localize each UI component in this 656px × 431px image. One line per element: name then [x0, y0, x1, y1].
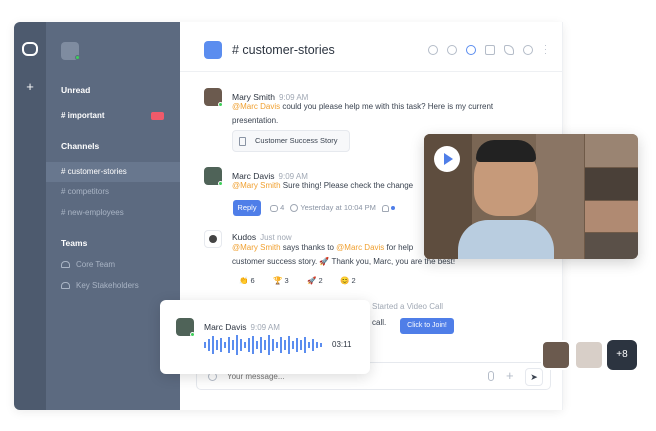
mention[interactable]: @Mary Smith	[232, 243, 281, 252]
reaction-emoji: 🏆	[273, 276, 283, 285]
play-button[interactable]	[434, 146, 460, 172]
sidebar-item-new-employees[interactable]: # new-employees	[46, 203, 180, 223]
more-icon[interactable]: · · ·	[544, 41, 548, 58]
sidebar-item-label: # important	[61, 111, 105, 120]
phone-icon[interactable]	[504, 45, 514, 55]
reaction-chip[interactable]: 🚀 2	[302, 274, 328, 288]
sidebar-item-core-team[interactable]: Core Team	[46, 255, 180, 275]
participant-avatar[interactable]	[574, 340, 604, 370]
sidebar-item-label: Core Team	[76, 260, 115, 269]
send-icon[interactable]: ➤	[525, 368, 543, 386]
info-icon[interactable]	[447, 45, 457, 55]
audio-duration: 03:11	[332, 340, 352, 349]
sidebar-item-label: # competitors	[61, 187, 110, 196]
reaction-chip[interactable]: 🏆 3	[268, 274, 294, 288]
participant-video[interactable]	[585, 201, 638, 232]
plus-icon[interactable]: +	[506, 367, 514, 385]
message-header: Marc Davis 9:09 AM	[204, 317, 280, 335]
people-icon	[61, 282, 70, 289]
message-time: 9:09 AM	[250, 323, 280, 332]
people-icon	[61, 261, 70, 268]
reaction-count: 3	[284, 276, 289, 285]
reaction-chip[interactable]: 😊 2	[335, 274, 361, 288]
reaction-emoji: 😊	[340, 276, 350, 285]
reaction-count: 2	[351, 276, 356, 285]
sender-name[interactable]: Marc Davis	[204, 322, 247, 332]
call-notice-text-2: call.	[372, 318, 387, 327]
sidebar-item-label: # customer-stories	[61, 167, 127, 176]
document-icon	[239, 137, 246, 146]
message-text-part: could you please help me with this task?…	[280, 102, 494, 111]
bell-icon	[382, 204, 390, 212]
sidebar-item-label: Key Stakeholders	[76, 281, 139, 290]
mention[interactable]: @Mary Smith	[232, 181, 281, 190]
reaction-emoji: 🚀	[307, 276, 317, 285]
attachment-card[interactable]: Customer Success Story	[232, 130, 350, 152]
teams-heading: Teams	[61, 238, 88, 248]
message-text: @Marc Davis could you please help me wit…	[232, 100, 552, 128]
voice-message-card[interactable]: Marc Davis 9:09 AM 03:11	[160, 300, 370, 374]
reaction-emoji: 👏	[239, 276, 249, 285]
participant-video[interactable]	[585, 168, 638, 200]
sidebar-item-customer-stories[interactable]: # customer-stories	[46, 162, 180, 182]
clock-icon	[290, 204, 299, 213]
video-call-window[interactable]	[424, 134, 638, 259]
channels-heading: Channels	[61, 141, 100, 151]
audio-waveform[interactable]	[204, 334, 324, 356]
mention[interactable]: @Marc Davis	[232, 102, 280, 111]
sidebar-item-key-stakeholders[interactable]: Key Stakeholders	[46, 276, 180, 296]
refresh-icon[interactable]	[466, 45, 476, 55]
main-video-feed[interactable]	[424, 134, 584, 259]
play-icon	[444, 153, 453, 165]
reply-button[interactable]: Reply	[233, 200, 261, 216]
message-text-part: customer success story. 🚀 Thank you, Mar…	[232, 257, 456, 266]
mention[interactable]: @Marc Davis	[336, 243, 384, 252]
globe-icon[interactable]	[428, 45, 438, 55]
plus-icon[interactable]: +	[23, 80, 37, 94]
thread-replies[interactable]: 4 Yesterday at 10:04 PM	[270, 203, 396, 213]
more-participants-badge[interactable]: +8	[607, 340, 637, 370]
reaction-chip[interactable]: 👏 6	[234, 274, 260, 288]
reaction-count: 2	[318, 276, 323, 285]
pin-icon[interactable]	[485, 45, 495, 55]
message-text-part: Sure thing! Please check the change	[280, 181, 414, 190]
participant-video[interactable]	[585, 134, 638, 167]
attachment-name: Customer Success Story	[255, 136, 338, 145]
reaction-count: 6	[250, 276, 255, 285]
join-call-button[interactable]: Click to Join!	[400, 318, 454, 334]
sidebar-item-competitors[interactable]: # competitors	[46, 182, 180, 202]
sidebar-item-important[interactable]: # important	[46, 106, 180, 126]
comment-icon	[270, 204, 278, 212]
sidebar-item-label: # new-employees	[61, 208, 124, 217]
message-text: @Mary Smith Sure thing! Please check the…	[232, 179, 432, 193]
members-icon[interactable]	[523, 45, 533, 55]
unread-heading: Unread	[61, 85, 91, 95]
participant-video[interactable]	[585, 233, 638, 259]
unread-dot	[391, 206, 396, 211]
call-notice-text: Started a Video Call	[372, 302, 444, 311]
message-text-part: presentation.	[232, 116, 279, 125]
participant-avatar[interactable]	[541, 340, 571, 370]
message-text-part: says thanks to	[280, 243, 337, 252]
microphone-icon[interactable]	[488, 371, 494, 381]
chat-logo-icon[interactable]	[22, 42, 38, 56]
unread-badge	[151, 112, 164, 120]
reply-timestamp: Yesterday at 10:04 PM	[300, 203, 376, 212]
channel-color-badge	[204, 41, 222, 59]
message-text-part: for help	[384, 243, 414, 252]
reply-count: 4	[280, 203, 285, 212]
kudos-bot-avatar[interactable]	[204, 230, 222, 248]
channel-title: # customer-stories	[232, 43, 335, 57]
workspace-rail: +	[14, 22, 46, 410]
